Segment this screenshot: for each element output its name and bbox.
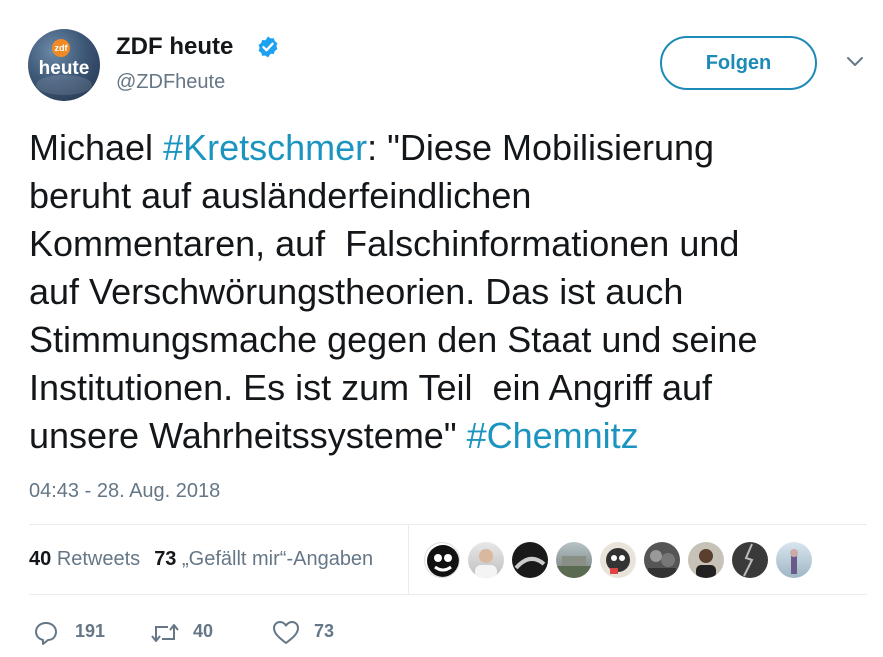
liker-avatar[interactable] (512, 542, 548, 578)
hashtag-link[interactable]: #Chemnitz (467, 415, 639, 456)
retweet-icon (151, 624, 179, 642)
zdf-badge: zdf (52, 39, 70, 57)
likes-stat[interactable]: 73 „Gefällt mir“-Angaben (154, 548, 373, 570)
account-name[interactable]: ZDF heute (116, 33, 233, 61)
liker-avatar[interactable] (600, 542, 636, 578)
liker-avatar[interactable] (732, 542, 768, 578)
retweets-stat[interactable]: 40 Retweets (29, 548, 140, 570)
reply-button[interactable]: 191 (33, 618, 113, 648)
avatar-logo-text: heute (38, 58, 90, 79)
retweet-button[interactable]: 40 (150, 618, 230, 648)
divider (29, 524, 867, 525)
reply-count: 191 (75, 621, 106, 641)
like-count: 73 (314, 621, 335, 641)
retweet-count: 40 (193, 621, 214, 641)
liker-avatar[interactable] (644, 542, 680, 578)
tweet-stats: 40 Retweets 73 „Gefällt mir“-Angaben (29, 548, 373, 571)
liker-avatar[interactable] (556, 542, 592, 578)
retweets-count: 40 (29, 548, 52, 570)
likes-count: 73 (154, 548, 177, 570)
account-handle[interactable]: @ZDFheute (116, 71, 225, 94)
divider (408, 525, 409, 594)
chevron-down-icon[interactable] (846, 56, 864, 68)
tweet-timestamp[interactable]: 04:43 - 28. Aug. 2018 (29, 480, 220, 503)
verified-badge-icon (258, 36, 278, 58)
retweets-label: Retweets (56, 548, 141, 570)
tweet-actions: 191 40 73 (0, 618, 883, 648)
profile-avatar[interactable]: zdf heute (28, 29, 100, 101)
heart-icon (273, 621, 299, 644)
liker-avatar[interactable] (424, 542, 460, 578)
tweet-text-part: : "Diese Mobilisierung beruht auf auslän… (29, 127, 758, 456)
divider (29, 594, 867, 595)
likes-label: „Gefällt mir“-Angaben (182, 548, 374, 570)
liker-avatar[interactable] (776, 542, 812, 578)
liker-avatar[interactable] (688, 542, 724, 578)
reply-icon (35, 622, 57, 645)
like-button[interactable]: 73 (272, 618, 352, 648)
tweet-text: Michael #Kretschmer: "Diese Mobilisierun… (29, 124, 869, 460)
liker-avatar[interactable] (468, 542, 504, 578)
tweet-text-part: Michael (29, 127, 164, 168)
follow-button[interactable]: Folgen (660, 36, 817, 90)
hashtag-link[interactable]: #Kretschmer (163, 127, 367, 168)
